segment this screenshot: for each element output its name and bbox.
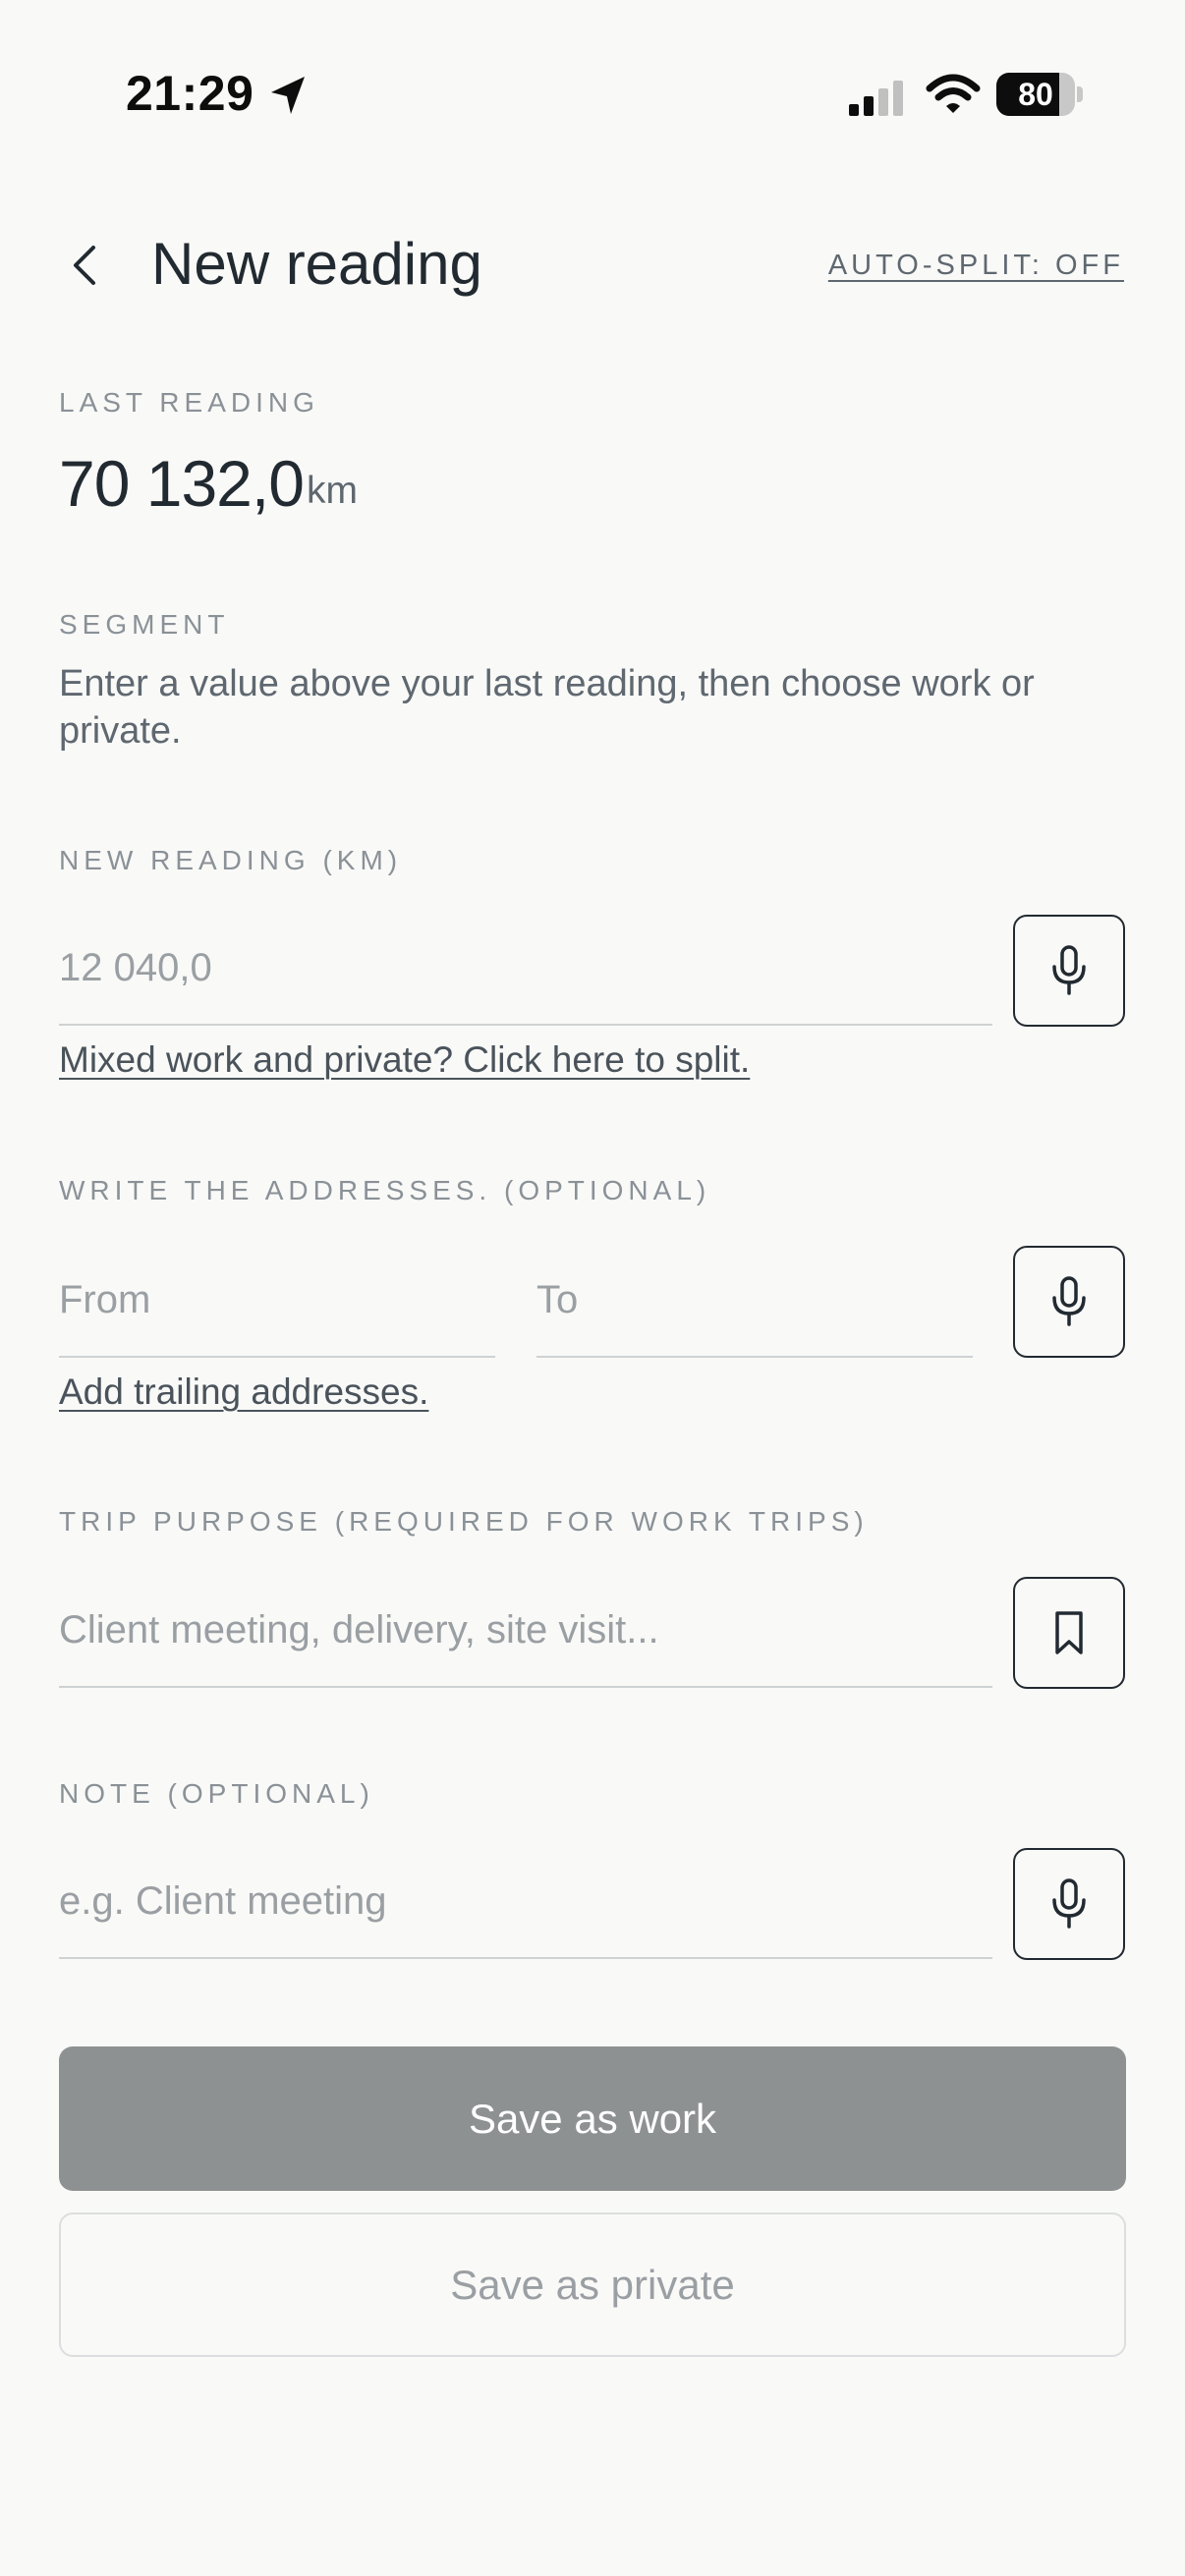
- page-title: New reading: [151, 231, 482, 297]
- auto-split-toggle[interactable]: AUTO-SPLIT: OFF: [828, 250, 1124, 282]
- signal-icon: [849, 81, 903, 116]
- to-placeholder: To: [536, 1278, 579, 1321]
- last-reading-value: 70 132,0: [59, 447, 305, 520]
- from-address-input[interactable]: From: [59, 1246, 495, 1358]
- wifi-icon: [926, 74, 981, 113]
- save-as-work-button[interactable]: Save as work: [59, 2046, 1126, 2191]
- microphone-icon: [1052, 1276, 1086, 1326]
- battery-icon: 80: [996, 73, 1083, 116]
- from-placeholder: From: [59, 1278, 151, 1321]
- trailing-addresses-link[interactable]: Add trailing addresses.: [59, 1372, 428, 1413]
- note-voice-button[interactable]: [1013, 1848, 1125, 1960]
- new-reading-input[interactable]: 12 040,0: [59, 914, 992, 1026]
- split-link[interactable]: Mixed work and private? Click here to sp…: [59, 1039, 750, 1081]
- trip-purpose-label: TRIP PURPOSE (REQUIRED FOR WORK TRIPS): [59, 1506, 869, 1537]
- last-reading-unit: km: [307, 470, 358, 512]
- saved-purposes-button[interactable]: [1013, 1577, 1125, 1689]
- trip-purpose-input[interactable]: Client meeting, delivery, site visit...: [59, 1576, 992, 1688]
- location-arrow-icon: [271, 77, 305, 114]
- save-as-private-button[interactable]: Save as private: [59, 2212, 1126, 2357]
- addresses-voice-button[interactable]: [1013, 1246, 1125, 1358]
- note-placeholder: e.g. Client meeting: [59, 1879, 387, 1923]
- trip-purpose-placeholder: Client meeting, delivery, site visit...: [59, 1608, 659, 1652]
- new-reading-label: NEW READING (KM): [59, 845, 403, 875]
- microphone-icon: [1052, 945, 1086, 995]
- new-reading-placeholder: 12 040,0: [59, 946, 212, 989]
- back-button[interactable]: [59, 236, 110, 295]
- note-input[interactable]: e.g. Client meeting: [59, 1847, 992, 1959]
- note-label: NOTE (OPTIONAL): [59, 1778, 374, 1809]
- battery-percentage: 80: [1018, 77, 1053, 112]
- bookmark-icon: [1055, 1611, 1083, 1654]
- reading-voice-button[interactable]: [1013, 915, 1125, 1027]
- status-time: 21:29: [126, 66, 254, 121]
- addresses-label: WRITE THE ADDRESSES. (OPTIONAL): [59, 1175, 711, 1205]
- segment-label: SEGMENT: [59, 609, 230, 640]
- microphone-icon: [1052, 1878, 1086, 1929]
- chevron-left-icon: [74, 246, 95, 285]
- to-address-input[interactable]: To: [536, 1246, 973, 1358]
- segment-instructions: Enter a value above your last reading, t…: [59, 663, 1035, 752]
- last-reading-label: LAST READING: [59, 387, 319, 418]
